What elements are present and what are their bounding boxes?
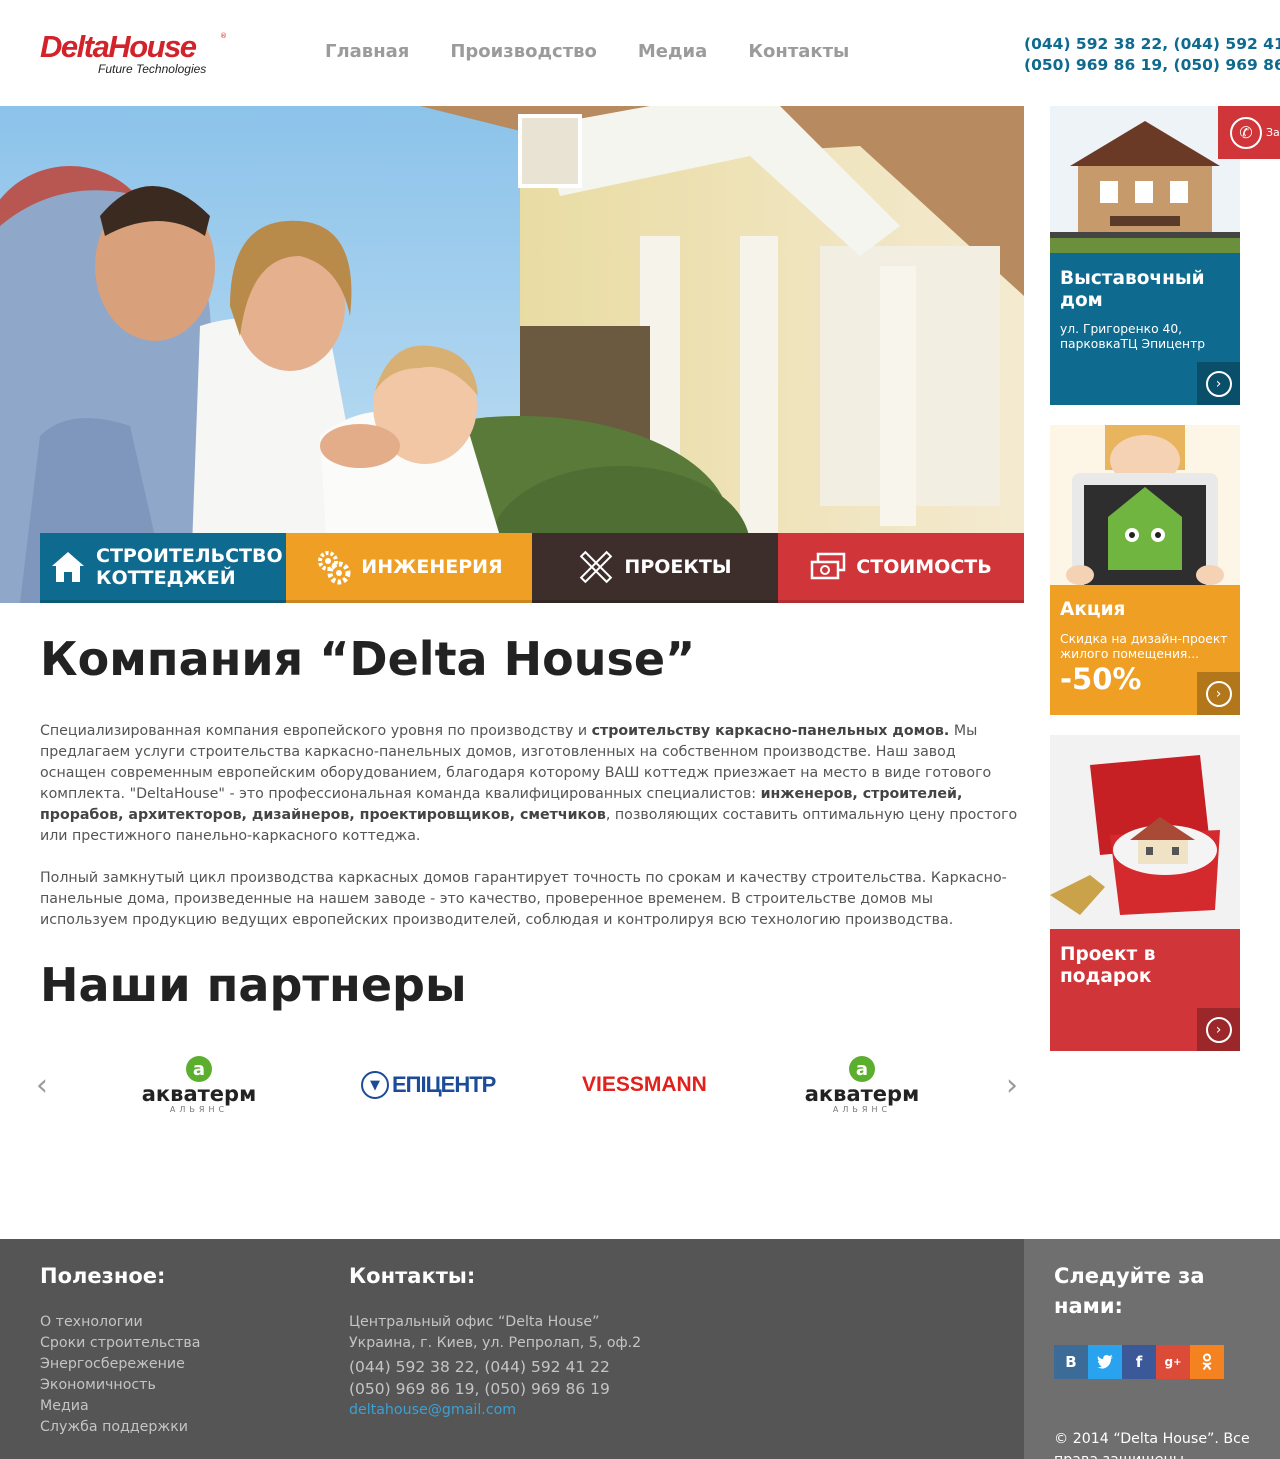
footer-address: Украина, г. Киев, ул. Репролап, 5, оф.2 [349,1335,642,1351]
footer-useful-links: О технологии Сроки строительства Энергос… [40,1312,200,1438]
nav-home[interactable]: Главная [325,41,409,62]
tile-engineering[interactable]: ИНЖЕНЕРИЯ [286,533,532,603]
footer-contacts: Центральный офис “Delta House” Украина, … [349,1312,641,1421]
promo-title: Акция [1060,599,1126,620]
header-phone-line-1: (044) 592 38 22, (044) 592 41 22 [1024,35,1280,53]
showroom-go-button[interactable]: › [1197,362,1240,405]
header-phone-line-2: (050) 969 86 19, (050) 969 86 19 [1024,56,1280,74]
footer-link-media[interactable]: Медиа [40,1396,200,1417]
header: DeltaHouse ® Future Technologies Главная… [0,0,1280,106]
akvaterm-badge-icon: а [849,1056,875,1082]
tile-engineering-label: ИНЖЕНЕРИЯ [361,555,503,578]
copyright: © 2014 “Delta House”. Все права защищены… [1054,1431,1250,1459]
promo-discount: -50% [1060,662,1142,696]
footer-follow-title: Следуйте за нами: [1054,1264,1205,1318]
social-links: В f g + [1054,1345,1224,1379]
tile-cost[interactable]: СТОИМОСТЬ [778,533,1024,603]
intro-text-b: строительству каркасно-панельных домов. [591,723,950,739]
arrow-right-icon: › [1205,1016,1232,1043]
google-plus-icon[interactable]: g + [1156,1345,1190,1379]
footer-phone-line-2: (050) 969 86 19, (050) 969 86 19 [349,1380,610,1398]
footer-email-link[interactable]: deltahouse@gmail.com [349,1400,641,1421]
category-tiles: СТРОИТЕЛЬСТВО КОТТЕДЖЕЙ ИНЖЕНЕРИЯ ПРОЕКТ… [40,533,1024,603]
promo-child-tablet-image [1050,425,1240,585]
akvaterm-sub: АЛЬЯНС [169,1105,229,1114]
epicentr-emblem-icon: ▼ [361,1071,389,1099]
gift-box-house-image [1050,735,1240,929]
logo[interactable]: DeltaHouse ® Future Technologies [40,30,230,78]
hero-family-house-image [0,106,1024,603]
odnoklassniki-icon[interactable] [1190,1345,1224,1379]
phone-icon: ✆ [1230,116,1262,149]
partner-logo-epicentr[interactable]: ▼ ЕПІЦЕНТР [361,1050,496,1120]
partner-logo-akvaterm-2[interactable]: а акватерм АЛЬЯНС [797,1050,927,1120]
akvaterm-sub: АЛЬЯНС [832,1105,892,1114]
promo-go-button[interactable]: › [1197,672,1240,715]
carousel-next-arrow-icon[interactable]: › [1006,1068,1018,1103]
partner-logo-viessmann[interactable]: VIESSMANN [582,1050,707,1120]
pencil-ruler-icon [578,549,614,585]
gears-icon [315,549,351,585]
intro-paragraph-1: Специализированная компания европейского… [40,721,1024,847]
footer-useful-title: Полезное: [40,1264,166,1288]
akvaterm-name: акватерм [141,1082,257,1106]
nav-contacts[interactable]: Контакты [748,41,849,62]
page: DeltaHouse ® Future Technologies Главная… [0,0,1280,1459]
footer-phone-line-1: (044) 592 38 22, (044) 592 41 22 [349,1358,610,1376]
akvaterm-badge-icon: а [186,1056,212,1082]
header-phones: (044) 592 38 22, (044) 592 41 22 (050) 9… [1024,34,1280,76]
partners-title: Наши партнеры [40,958,467,1012]
partners-carousel: ‹ а акватерм АЛЬЯНС ▼ ЕПІЦЕНТР VIESSMANN… [36,1050,1024,1120]
logo-tagline: Future Technologies [98,62,207,76]
carousel-prev-arrow-icon[interactable]: ‹ [36,1068,48,1103]
intro-paragraph-2: Полный замкнутый цикл производства карка… [40,870,1007,928]
arrow-right-icon: › [1205,370,1232,397]
partner-logo-akvaterm[interactable]: а акватерм АЛЬЯНС [134,1050,264,1120]
main-nav: Главная Производство Медиа Контакты [325,41,849,62]
intro-text-a: Специализированная компания европейского… [40,723,592,739]
gift-project-go-button[interactable]: › [1197,1008,1240,1051]
tile-projects[interactable]: ПРОЕКТЫ [532,533,778,603]
promo-text: Скидка на дизайн-проект жилого помещения… [1060,632,1228,661]
sidebar-card-showroom[interactable]: Выставочный дом ул. Григоренко 40, парко… [1050,106,1240,405]
tile-cottage-construction[interactable]: СТРОИТЕЛЬСТВО КОТТЕДЖЕЙ [40,533,286,603]
page-title: Компания “Delta House” [40,632,696,686]
house-icon [50,549,86,585]
akvaterm-name: акватерм [804,1082,920,1106]
logo-registered-mark: ® [220,32,227,40]
footer-link-economy[interactable]: Экономичность [40,1375,200,1396]
epicentr-name: ЕПІЦЕНТР [392,1072,496,1097]
tile-projects-label: ПРОЕКТЫ [624,555,732,578]
footer-contacts-title: Контакты: [349,1264,476,1288]
footer-office: Центральный офис “Delta House” [349,1314,600,1330]
hero-banner [0,106,1024,603]
viessmann-name: VIESSMANN [582,1073,707,1096]
facebook-icon[interactable]: f [1122,1345,1156,1379]
nav-production[interactable]: Производство [450,41,597,62]
logo-main: DeltaHouse [40,29,197,64]
arrow-right-icon: › [1205,680,1232,707]
vk-icon[interactable]: В [1054,1345,1088,1379]
tile-cottage-construction-label: СТРОИТЕЛЬСТВО КОТТЕДЖЕЙ [96,544,283,589]
footer-link-energy[interactable]: Энергосбережение [40,1354,200,1375]
showroom-title: Выставочный дом [1060,268,1205,311]
footer-link-terms[interactable]: Сроки строительства [40,1333,200,1354]
footer-link-support[interactable]: Служба поддержки [40,1417,200,1438]
callback-button[interactable]: ✆ Заказать звонок [1218,106,1280,159]
tile-cost-label: СТОИМОСТЬ [856,555,992,578]
showroom-address: ул. Григоренко 40, парковкаТЦ Эпицентр [1060,322,1206,351]
sidebar-card-promo[interactable]: Акция Скидка на дизайн-проект жилого пом… [1050,425,1240,715]
nav-media[interactable]: Медиа [638,41,707,62]
footer-link-technology[interactable]: О технологии [40,1312,200,1333]
gift-project-title: Проект в подарок [1060,944,1156,987]
money-icon [810,549,846,585]
sidebar-card-gift-project[interactable]: Проект в подарок › [1050,735,1240,1051]
twitter-icon[interactable] [1088,1345,1122,1379]
callback-label: Заказать звонок [1266,126,1280,139]
showroom-house-image [1050,106,1240,253]
